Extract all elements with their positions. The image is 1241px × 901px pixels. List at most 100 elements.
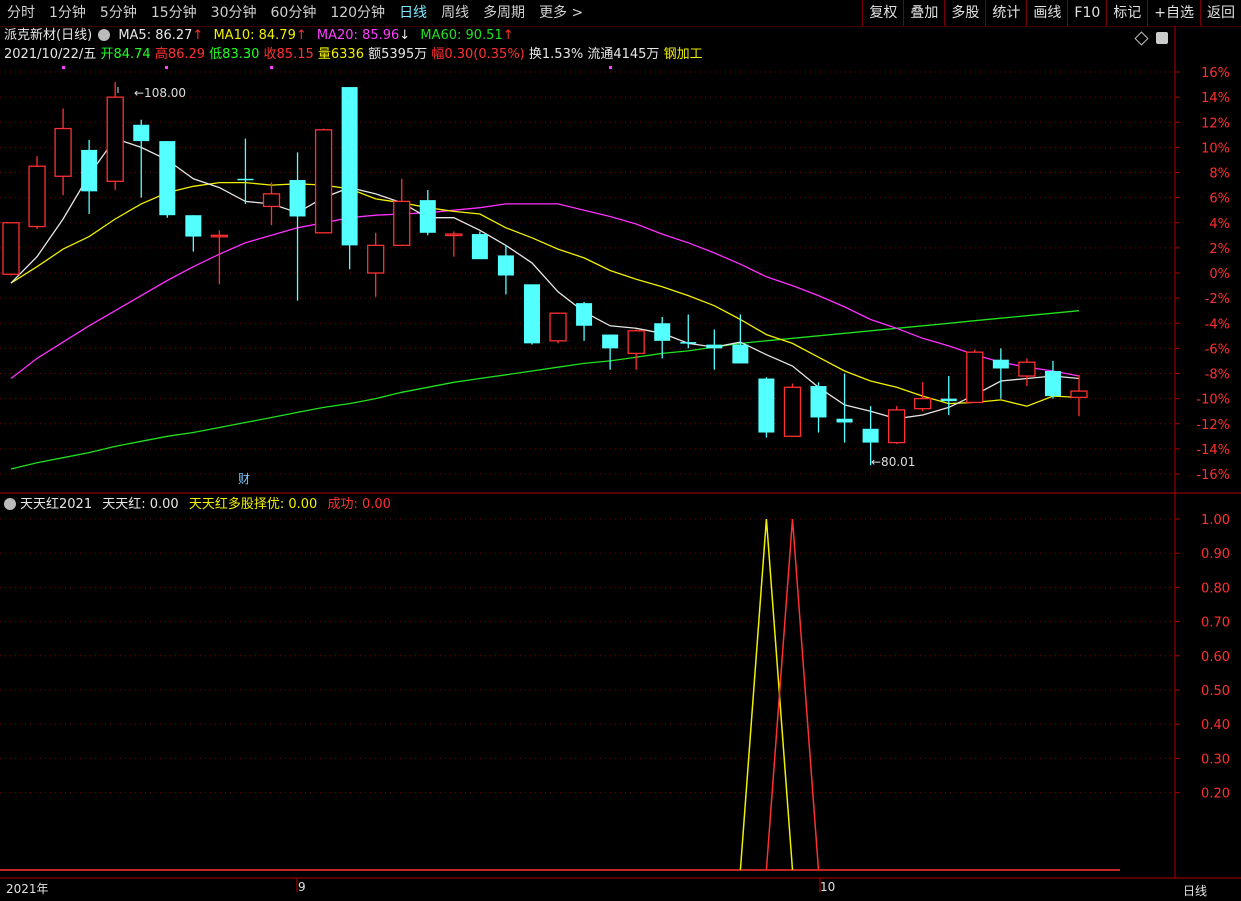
y-tick-label: 0% (1209, 267, 1230, 282)
y-tick-label: 12% (1201, 116, 1230, 131)
y-tick-label: 14% (1201, 91, 1230, 106)
candle-body (576, 303, 593, 326)
candle-body (992, 359, 1009, 369)
y-tick-label: 6% (1209, 192, 1230, 207)
ma20-line (10, 203, 1080, 380)
y-tick-label: 0.80 (1201, 581, 1230, 596)
indicator-series-0 (739, 518, 794, 871)
candle-body (1044, 370, 1061, 397)
quote-open: 开84.74 (100, 47, 151, 62)
candle-body (602, 334, 619, 349)
candle-body (966, 351, 984, 404)
signal-dot (609, 66, 612, 69)
candle-body (810, 386, 827, 418)
quote-date: 2021/10/22/五 (4, 47, 97, 62)
candle-body (549, 312, 567, 342)
y-tick-label: -2% (1205, 292, 1230, 307)
candle-body (758, 378, 775, 433)
y-tick-label: 4% (1209, 217, 1230, 232)
candle-body (314, 129, 333, 234)
quote-high: 高86.29 (154, 47, 206, 62)
x-label-sep: 9 (298, 880, 306, 894)
quote-industry[interactable]: 钢加工 (664, 47, 703, 62)
candle-body (341, 87, 358, 246)
y-tick-label: 16% (1201, 66, 1230, 81)
candle-body (523, 284, 540, 344)
quote-close: 收85.15 (263, 47, 314, 62)
indicator-name: 天天红2021 (20, 497, 93, 512)
candle-body (862, 428, 879, 443)
y-tick-label: -16% (1196, 468, 1230, 483)
kline-chart[interactable]: 16% 14% 12% 10% 8% 6% 4% 2% 0% -2% -4% -6% -8% -10% -1… (0, 0, 1241, 901)
chevron-down-icon[interactable] (4, 498, 16, 510)
x-label-year: 2021年 (6, 882, 49, 896)
candle-body (914, 397, 932, 410)
candle-body (210, 234, 229, 238)
y-tick-label: 0.30 (1201, 752, 1230, 767)
y-tick-label: 0.20 (1201, 787, 1230, 802)
high-marker: ←108.00 (134, 86, 186, 100)
candle-body (133, 124, 150, 142)
candle-body (185, 215, 202, 237)
indicator-line1: 天天红: 0.00 (102, 497, 179, 512)
y-tick-label: 1.00 (1201, 513, 1230, 528)
period-tag: (日线) (56, 28, 93, 43)
quote-amount: 额5395万 (368, 47, 428, 62)
candle-body (81, 149, 98, 192)
candle-body (654, 323, 671, 341)
x-label-period: 日线 (1183, 884, 1208, 898)
y-tick-label: 8% (1209, 167, 1230, 182)
candle-body (1018, 361, 1036, 377)
quote-change: 幅0.30(0.35%) (431, 47, 525, 62)
y-tick-label: -4% (1205, 317, 1230, 332)
candle-body (54, 127, 72, 177)
candle-body (497, 255, 514, 276)
signal-dot (62, 66, 65, 69)
quote-float: 流通4145万 (587, 47, 660, 62)
y-tick-label: 10% (1201, 141, 1230, 156)
candle-body (262, 193, 281, 208)
candle-body (367, 244, 385, 274)
indicator-line2: 天天红多股择优: 0.00 (188, 497, 318, 512)
quote-volume: 量6336 (317, 47, 364, 62)
ma20-label: MA20: 85.96 (316, 28, 400, 43)
candle-body (28, 165, 46, 228)
quote-info-row: 2021/10/22/五 开84.74 高86.29 低83.30 收85.15… (4, 46, 703, 64)
y-tick-label: -14% (1196, 443, 1230, 458)
y-tick-label: 0.70 (1201, 616, 1230, 631)
candle-body (940, 398, 957, 402)
candle-body (289, 180, 306, 217)
candle-body (237, 178, 254, 181)
candle-body (2, 222, 20, 275)
candle-body (836, 418, 853, 423)
quote-low: 低83.30 (209, 47, 260, 62)
ma60-label: MA60: 90.51 (420, 28, 503, 43)
y-tick-label: 0.50 (1201, 684, 1230, 699)
candle-body (783, 386, 802, 437)
y-tick-label: -12% (1196, 418, 1230, 433)
ma60-line (10, 310, 1080, 470)
candle-body (680, 342, 697, 344)
financial-report-marker: 财 (238, 472, 250, 486)
x-label-oct: 10 (820, 880, 836, 894)
ma5-label: MA5: 86.27 (118, 28, 193, 43)
quote-turnover: 换1.53% (528, 47, 584, 62)
candle-body (471, 234, 488, 260)
y-tick-label: -8% (1205, 368, 1230, 383)
window-icon (1156, 32, 1168, 44)
chevron-down-icon[interactable] (98, 29, 111, 41)
signal-dot (270, 66, 273, 69)
y-tick-label: 2% (1209, 242, 1230, 257)
indicator-info-row: 天天红2021 天天红: 0.00 天天红多股择优: 0.00 成功: 0.00 (4, 496, 391, 514)
low-marker: ←80.01 (871, 455, 915, 469)
indicator-line3: 成功: 0.00 (327, 497, 391, 512)
ma-info-row: 派克新材(日线) MA5: 86.27↑ MA10: 84.79↑ MA20: … (4, 28, 514, 43)
stock-name: 派克新材 (4, 28, 57, 43)
y-tick-label: -6% (1205, 342, 1230, 357)
candle-body (445, 233, 463, 237)
candle-body (1070, 390, 1088, 399)
candle-body (106, 96, 124, 182)
candle-body (706, 344, 723, 349)
y-tick-label: 0.60 (1201, 650, 1230, 665)
ma10-label: MA10: 84.79 (213, 28, 296, 43)
